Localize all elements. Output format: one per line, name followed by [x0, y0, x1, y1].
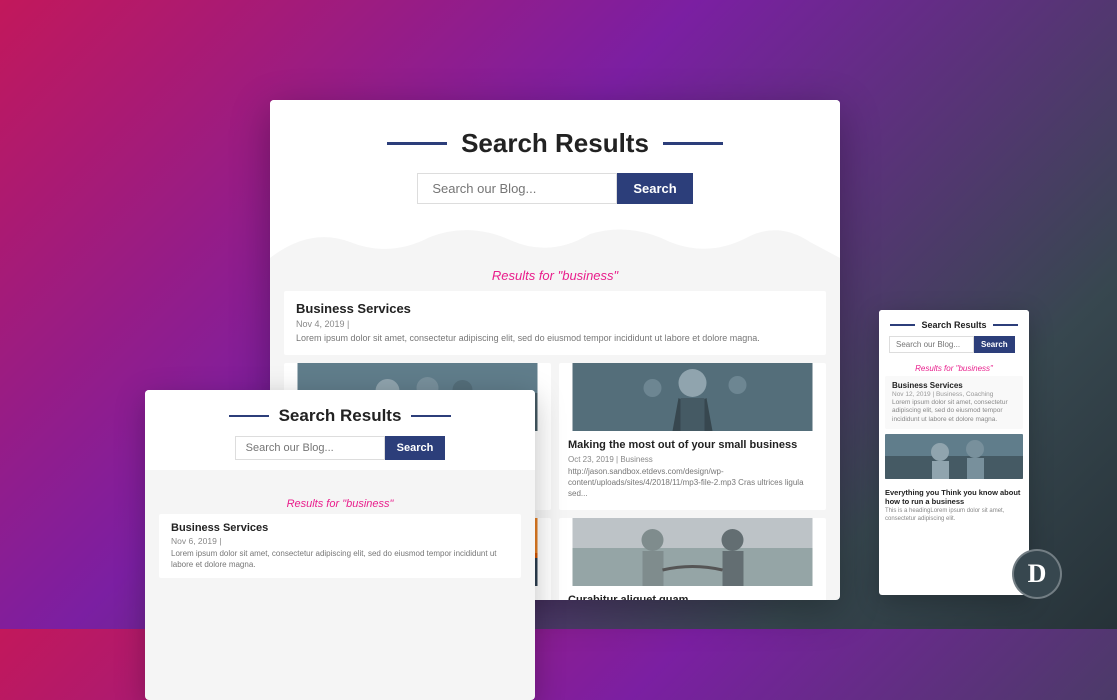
right-biz-title: Business Services — [892, 381, 1016, 390]
right-bottom-article-title: Everything you Think you know about how … — [879, 484, 1029, 508]
mid-card-header: Search Results Search — [145, 390, 535, 470]
mid-search-bar: Search — [169, 436, 511, 460]
right-right-line — [993, 324, 1018, 326]
mid-card: Search Results Search Results for "busin… — [145, 390, 535, 700]
right-card-title: Search Results — [921, 320, 986, 330]
right-bottom-article-text: This is a headingLorem ipsum dolor sit a… — [879, 508, 1029, 524]
main-biz-title: Business Services — [296, 301, 814, 316]
main-article-4-title: Curabitur aliquet quam — [568, 593, 817, 600]
main-article-4-image — [559, 518, 826, 586]
right-line-dec — [663, 142, 723, 145]
mid-biz-block: Business Services Nov 6, 2019 | Lorem ip… — [159, 514, 521, 578]
main-article-2: Making the most out of your small busine… — [559, 363, 826, 510]
right-card-header: Search Results Search — [879, 310, 1029, 359]
right-search-bar: Search — [889, 336, 1019, 353]
mid-left-line — [229, 415, 269, 417]
main-card-header: Search Results Search — [270, 100, 840, 222]
d-logo: D — [1012, 549, 1062, 599]
right-biz-block: Business Services Nov 12, 2019 | Busines… — [885, 376, 1023, 429]
main-biz-block: Business Services Nov 4, 2019 | Lorem ip… — [284, 291, 826, 355]
right-title-decoration: Search Results — [889, 320, 1019, 330]
mid-biz-text: Lorem ipsum dolor sit amet, consectetur … — [171, 548, 509, 570]
main-article-2-title: Making the most out of your small busine… — [568, 438, 817, 452]
mid-search-input[interactable] — [235, 436, 385, 460]
mid-card-title: Search Results — [279, 406, 402, 426]
right-search-button[interactable]: Search — [974, 336, 1015, 353]
right-left-line — [890, 324, 915, 326]
mid-results-label: Results for "business" — [145, 492, 535, 514]
cloud-wave-svg — [270, 222, 840, 258]
main-card-title: Search Results — [461, 128, 649, 159]
main-article-4: Curabitur aliquet quam Oct 23, 2019 | Bu… — [559, 518, 826, 600]
left-line-dec — [387, 142, 447, 145]
mid-biz-title: Business Services — [171, 522, 509, 534]
right-search-input[interactable] — [889, 336, 974, 353]
main-article-2-image — [559, 363, 826, 431]
main-title-decoration: Search Results — [310, 128, 800, 159]
main-search-input[interactable] — [417, 173, 617, 204]
mid-search-button[interactable]: Search — [385, 436, 446, 460]
main-article-2-meta: Oct 23, 2019 | Business — [568, 455, 817, 464]
right-biz-text: Lorem ipsum dolor sit amet, consectetur … — [892, 399, 1016, 424]
main-article-2-text: http://jason.sandbox.etdevs.com/design/w… — [568, 466, 817, 500]
right-results-label: Results for "business" — [879, 359, 1029, 376]
mid-biz-meta: Nov 6, 2019 | — [171, 536, 509, 546]
mid-title-decoration: Search Results — [169, 406, 511, 426]
main-biz-text: Lorem ipsum dolor sit amet, consectetur … — [296, 332, 814, 345]
main-search-bar: Search — [310, 173, 800, 204]
main-results-label: Results for "business" — [270, 258, 840, 291]
mid-right-line — [411, 415, 451, 417]
main-biz-meta: Nov 4, 2019 | — [296, 319, 814, 329]
main-search-button[interactable]: Search — [617, 173, 692, 204]
right-article-image — [885, 434, 1023, 479]
right-card: Search Results Search Results for "busin… — [879, 310, 1029, 595]
right-biz-meta: Nov 12, 2019 | Business, Coaching — [892, 391, 1016, 398]
